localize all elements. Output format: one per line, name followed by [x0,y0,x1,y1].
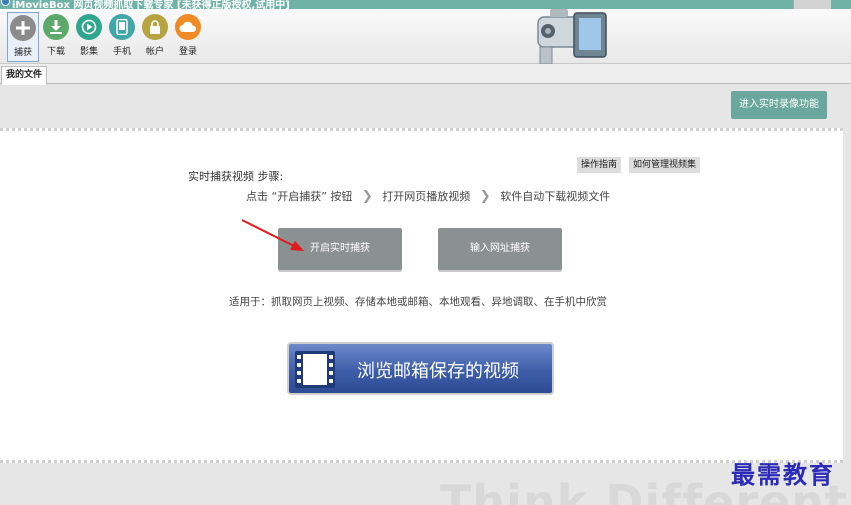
step-3: 软件自动下载视频文件 [500,190,611,203]
app-logo-icon [1,0,10,6]
tab-strip: 我的文件 [0,64,851,85]
red-arrow-icon [241,219,304,251]
capture-card: 实时捕获视频 步骤: 操作指南 如何管理视频集 点击 “开启捕获” 按钮 ❯ 打… [0,128,843,463]
chevron-right-icon: ❯ [479,188,491,204]
tab-my-files[interactable]: 我的文件 [1,66,48,85]
banner-label: 浏览邮箱保存的视频 [357,361,519,382]
download-icon [43,14,69,40]
toolbar-album-button[interactable]: 影集 [74,12,104,62]
toolbar-account-label: 帐户 [145,47,164,57]
main-toolbar: 捕获 下载 影集 手机 帐户 登录 [0,9,851,64]
guide-button[interactable]: 操作指南 [577,157,622,173]
main-panel: Think Different 进入实时录像功能 实时捕获视频 步骤: 操作指南… [0,85,851,505]
lock-icon [142,14,168,40]
play-icon [76,14,102,40]
window-title: iMovieBox 网页视频抓取下载专家 [未获得正版授权,试用中] [12,0,290,9]
usage-description: 适用于：抓取网页上视频、存储本地或邮箱、本地观看、异地调取、在手机中欣赏 [229,296,607,308]
toolbar-account-button[interactable]: 帐户 [140,12,170,62]
toolbar-download-button[interactable]: 下载 [41,12,71,62]
watermark-text: 最需教育 [731,460,835,489]
steps-title: 实时捕获视频 步骤: [188,170,284,183]
toolbar-login-label: 登录 [178,47,197,57]
steps-row: 点击 “开启捕获” 按钮 ❯ 打开网页播放视频 ❯ 软件自动下载视频文件 [246,188,610,204]
toolbar-phone-label: 手机 [112,47,131,57]
window-controls[interactable] [793,0,831,9]
toolbar-download-label: 下载 [46,47,65,57]
phone-icon [109,14,135,40]
cloud-icon [175,14,201,40]
chevron-right-icon: ❯ [361,188,373,204]
toolbar-phone-button[interactable]: 手机 [107,12,137,62]
enter-realtime-recording-button[interactable]: 进入实时录像功能 [731,91,827,119]
toolbar-login-button[interactable]: 登录 [173,12,203,62]
toolbar-capture-label: 捕获 [13,48,32,58]
film-strip-icon [295,351,335,388]
toolbar-album-label: 影集 [79,47,98,57]
browse-mailbox-videos-button[interactable]: 浏览邮箱保存的视频 [287,342,554,395]
input-url-capture-button[interactable]: 输入网址捕获 [438,228,562,270]
step-1: 点击 “开启捕获” 按钮 [246,190,353,203]
toolbar-capture-button[interactable]: 捕获 [7,12,39,62]
step-2: 打开网页播放视频 [382,190,471,203]
plus-icon [10,15,36,41]
title-bar: iMovieBox 网页视频抓取下载专家 [未获得正版授权,试用中] [0,0,851,9]
camera-illustration-icon [537,9,607,64]
manage-albums-button[interactable]: 如何管理视频集 [629,157,701,173]
